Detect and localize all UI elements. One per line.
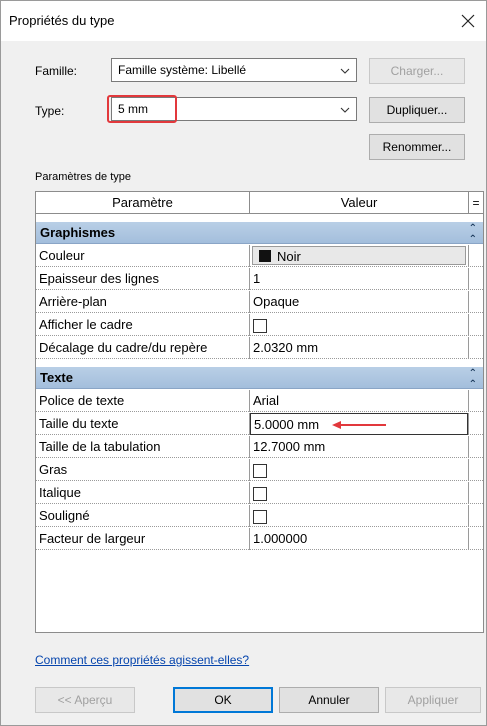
param-value-cell xyxy=(250,314,468,336)
row-extra-cell xyxy=(468,413,483,435)
param-name: Facteur de largeur xyxy=(36,528,250,550)
charger-button[interactable]: Charger... xyxy=(369,58,465,84)
table-row[interactable]: Couleur Noir xyxy=(36,245,483,267)
table-row[interactable]: Arrière-plan Opaque xyxy=(36,291,483,313)
type-label: Type: xyxy=(35,104,65,118)
annuler-button[interactable]: Annuler xyxy=(279,687,379,713)
chevron-down-icon xyxy=(340,103,350,117)
table-row[interactable]: Epaisseur des lignes 1 xyxy=(36,268,483,290)
param-name: Epaisseur des lignes xyxy=(36,268,250,290)
row-extra-cell xyxy=(468,390,483,412)
group-texte[interactable]: Texte ⌃ ⌃ xyxy=(36,367,483,390)
group-label: Graphismes xyxy=(40,225,116,240)
column-header-valeur[interactable]: Valeur xyxy=(250,192,468,214)
param-name: Couleur xyxy=(36,245,250,267)
type-parameters-grid: Paramètre Valeur = Graphismes ⌃ ⌃ Couleur… xyxy=(35,191,484,633)
row-extra-cell xyxy=(468,245,483,267)
row-extra-cell xyxy=(468,268,483,290)
table-row[interactable]: Taille de la tabulation 12.7000 mm xyxy=(36,436,483,458)
row-extra-cell xyxy=(468,291,483,313)
color-swatch xyxy=(259,250,271,262)
help-link[interactable]: Comment ces propriétés agissent-elles? xyxy=(35,653,249,667)
famille-label: Famille: xyxy=(35,64,78,78)
gras-checkbox[interactable] xyxy=(253,464,267,479)
param-value[interactable]: 12.7000 mm xyxy=(250,436,468,458)
table-row[interactable]: Taille du texte 5.0000 mm xyxy=(36,413,483,435)
param-name: Taille de la tabulation xyxy=(36,436,250,458)
param-name: Souligné xyxy=(36,505,250,527)
souligne-checkbox[interactable] xyxy=(253,510,267,525)
table-row[interactable]: Facteur de largeur 1.000000 xyxy=(36,528,483,550)
title-bar: Propriétés du type xyxy=(1,1,486,41)
param-value[interactable]: 2.0320 mm xyxy=(250,337,468,359)
param-name: Décalage du cadre/du repère xyxy=(36,337,250,359)
table-row[interactable]: Afficher le cadre xyxy=(36,314,483,336)
param-value[interactable]: Arial xyxy=(250,390,468,412)
type-properties-dialog: Propriétés du type Famille: Famille syst… xyxy=(0,0,487,726)
param-value-cell xyxy=(250,459,468,481)
famille-value: Famille système: Libellé xyxy=(118,63,247,77)
taille-du-texte-input[interactable]: 5.0000 mm xyxy=(250,413,468,435)
param-value[interactable]: Opaque xyxy=(250,291,468,313)
param-name: Police de texte xyxy=(36,390,250,412)
row-extra-cell xyxy=(468,337,483,359)
italique-checkbox[interactable] xyxy=(253,487,267,502)
double-chevron-up-icon[interactable]: ⌃ ⌃ xyxy=(469,368,477,390)
column-header-parametre[interactable]: Paramètre xyxy=(36,192,250,214)
row-extra-cell xyxy=(468,505,483,527)
param-value-cell xyxy=(250,505,468,527)
appliquer-button[interactable]: Appliquer xyxy=(385,687,481,713)
param-name: Gras xyxy=(36,459,250,481)
dialog-title: Propriétés du type xyxy=(9,13,115,28)
row-extra-cell xyxy=(468,482,483,504)
renommer-button[interactable]: Renommer... xyxy=(369,134,465,160)
param-value-cell: 5.0000 mm xyxy=(250,413,468,435)
param-value-cell: Noir xyxy=(250,245,468,267)
param-value[interactable]: 1.000000 xyxy=(250,528,468,550)
red-arrow-annotation xyxy=(332,421,386,429)
famille-dropdown[interactable]: Famille système: Libellé xyxy=(111,58,357,82)
row-extra-cell xyxy=(468,459,483,481)
double-chevron-up-icon[interactable]: ⌃ ⌃ xyxy=(469,223,477,245)
chevron-down-icon xyxy=(340,64,350,78)
param-value: 5.0000 mm xyxy=(254,417,320,432)
param-name: Italique xyxy=(36,482,250,504)
table-row[interactable]: Décalage du cadre/du repère 2.0320 mm xyxy=(36,337,483,359)
param-value-cell xyxy=(250,482,468,504)
afficher-le-cadre-checkbox[interactable] xyxy=(253,319,267,334)
type-highlight-annotation xyxy=(107,95,177,123)
row-extra-cell xyxy=(468,314,483,336)
row-extra-cell xyxy=(468,436,483,458)
color-picker-button[interactable]: Noir xyxy=(252,246,466,265)
param-value[interactable]: 1 xyxy=(250,268,468,290)
table-row[interactable]: Police de texte Arial xyxy=(36,390,483,412)
column-header-extra[interactable]: = xyxy=(468,192,483,214)
param-value: Noir xyxy=(277,249,301,264)
table-row[interactable]: Gras xyxy=(36,459,483,481)
apercu-button[interactable]: << Aperçu xyxy=(35,687,135,713)
ok-button[interactable]: OK xyxy=(173,687,273,713)
table-row[interactable]: Souligné xyxy=(36,505,483,527)
group-label: Texte xyxy=(40,370,73,385)
dupliquer-button[interactable]: Dupliquer... xyxy=(369,97,465,123)
param-name: Afficher le cadre xyxy=(36,314,250,336)
close-icon[interactable] xyxy=(450,5,486,37)
param-name: Arrière-plan xyxy=(36,291,250,313)
table-row[interactable]: Italique xyxy=(36,482,483,504)
parametres-de-type-label: Paramètres de type xyxy=(35,171,131,183)
row-extra-cell xyxy=(468,528,483,550)
group-graphismes[interactable]: Graphismes ⌃ ⌃ xyxy=(36,222,483,245)
param-name: Taille du texte xyxy=(36,413,250,435)
